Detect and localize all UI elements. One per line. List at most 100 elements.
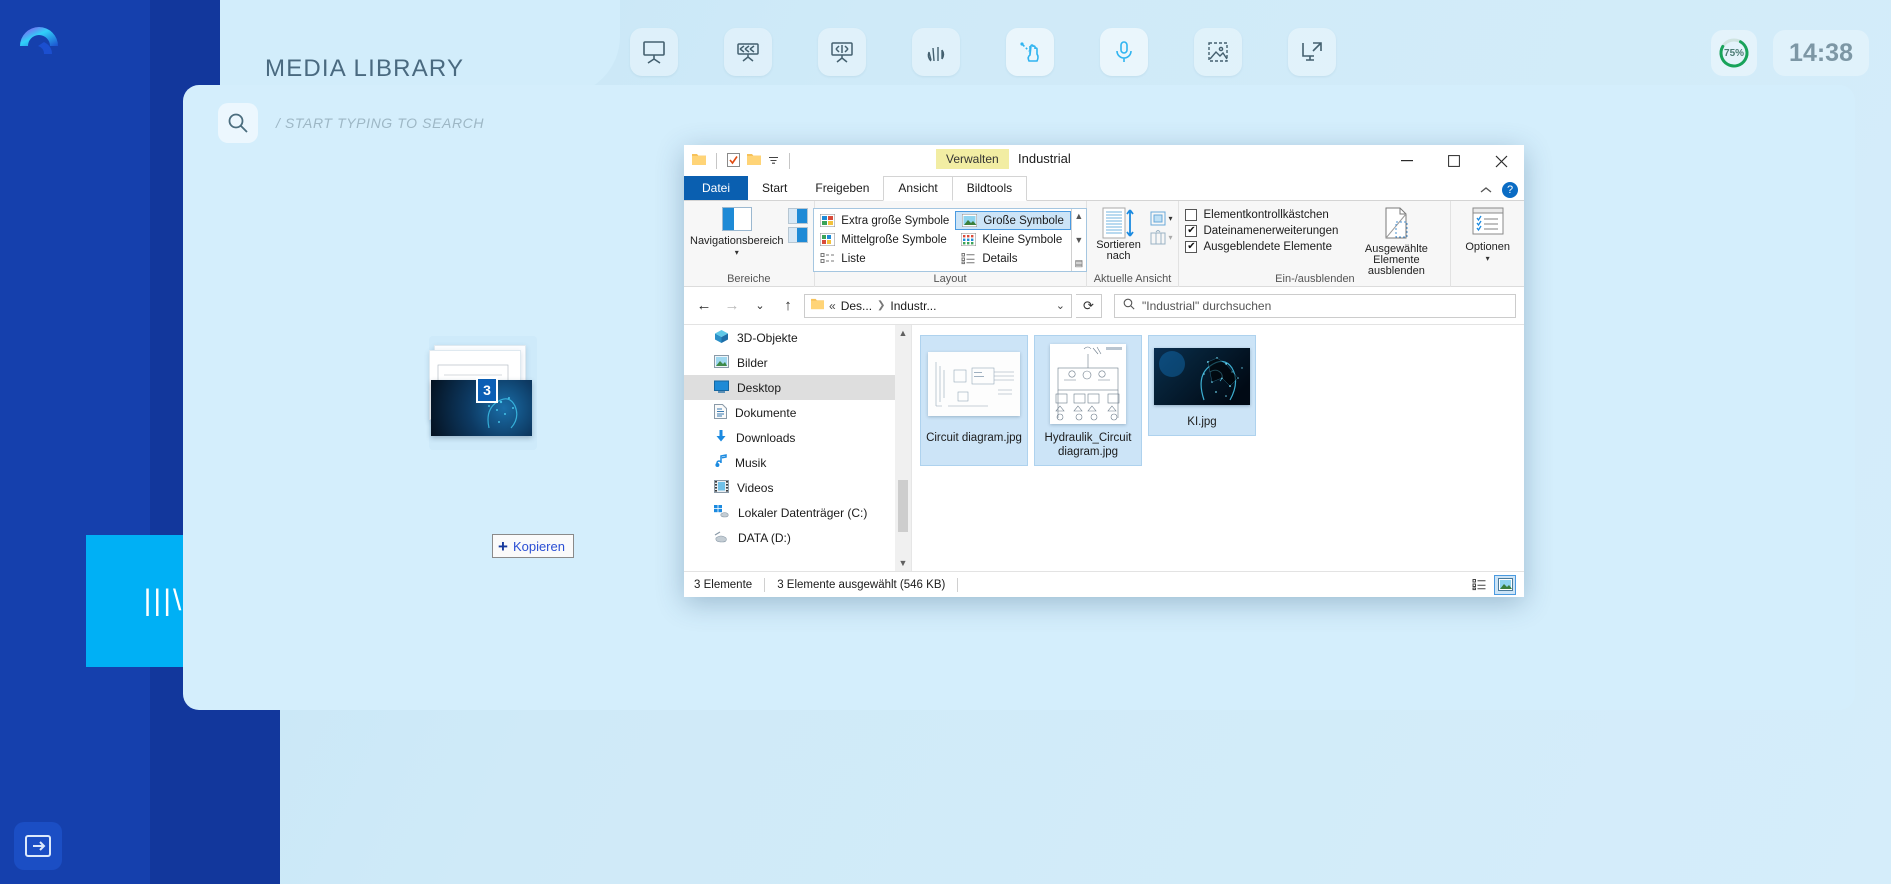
checkbox-box[interactable]: ✔ (1185, 241, 1198, 253)
layout-medium-icons[interactable]: Mittelgroße Symbole (814, 230, 955, 249)
explorer-search-input[interactable]: "Industrial" durchsuchen (1114, 293, 1516, 318)
chevron-down-icon[interactable]: ▾ (1168, 233, 1172, 242)
scroll-down-icon[interactable]: ▼ (899, 555, 908, 571)
arrow-up-icon[interactable]: ↑ (776, 294, 800, 318)
tree-scrollbar[interactable]: ▲ ▼ (895, 325, 911, 571)
columns-icon[interactable]: ▾ (1150, 211, 1172, 226)
tree-item-downloads[interactable]: Downloads (684, 425, 911, 450)
page-title: MEDIA LIBRARY (265, 55, 465, 82)
refresh-icon[interactable]: ⟳ (1076, 293, 1102, 318)
file-tile-circuit-diagram[interactable]: Circuit diagram.jpg (920, 335, 1028, 466)
tab-ansicht[interactable]: Ansicht (883, 176, 953, 201)
battery-icon[interactable]: 75% (1711, 30, 1758, 76)
maximize-icon[interactable] (1431, 145, 1477, 177)
arrow-right-icon[interactable]: → (720, 294, 744, 318)
microphone-icon[interactable] (1100, 28, 1148, 76)
tree-item-videos[interactable]: Videos (684, 475, 911, 500)
presentation-board-icon[interactable] (630, 28, 678, 76)
file-tile-hydraulik-circuit-diagram[interactable]: Hydraulik_Circuit diagram.jpg (1034, 335, 1142, 466)
chevron-down-icon[interactable]: ▾ (735, 247, 739, 259)
selection-info-label: 3 Elemente ausgewählt (546 KB) (777, 578, 946, 591)
scrollbar-thumb[interactable] (898, 480, 908, 532)
help-icon[interactable]: ? (1502, 182, 1518, 198)
tree-item-data-d[interactable]: DATA (D:) (684, 525, 911, 550)
status-separator (957, 577, 959, 592)
layout-list[interactable]: Liste (814, 249, 955, 268)
details-pane-icon[interactable] (787, 227, 808, 243)
sortieren-nach-button[interactable]: Sortieren nach (1093, 207, 1145, 262)
qat-separator (716, 153, 717, 169)
ribbon-group-bereiche: Navigationsbereich ▾ Bereiche (684, 201, 815, 287)
resize-board-icon[interactable] (818, 28, 866, 76)
scroll-up-icon[interactable]: ▲ (1074, 211, 1083, 221)
scroll-down-icon[interactable]: ▼ (1074, 235, 1083, 245)
search-bar[interactable]: / START TYPING TO SEARCH (218, 103, 1820, 143)
layout-gallery-scrollbar[interactable]: ▲ ▼ ▤ (1070, 209, 1086, 271)
navigation-tree: 3D-Objekte Bilder Desktop Dokumente Down… (684, 325, 912, 571)
layout-small-icons[interactable]: Kleine Symbole (955, 230, 1071, 249)
chevron-down-icon[interactable]: ▾ (1168, 214, 1172, 223)
details-view-icon[interactable] (1468, 575, 1490, 595)
file-tile-ki[interactable]: KI.jpg (1148, 335, 1256, 436)
checkbox-ausgeblendete-elemente[interactable]: ✔ Ausgeblendete Elemente (1185, 241, 1338, 253)
checkbox-box[interactable]: ✔ (1185, 225, 1198, 237)
tab-start[interactable]: Start (748, 177, 801, 200)
chevron-up-icon[interactable] (1480, 183, 1492, 197)
search-input[interactable]: / START TYPING TO SEARCH (276, 115, 484, 131)
ausgewaehlte-elemente-ausblenden-button[interactable]: Ausgewählte Elemente ausblenden (1348, 205, 1444, 277)
tab-datei[interactable]: Datei (684, 176, 749, 200)
screen-share-icon[interactable] (1288, 28, 1336, 76)
scroll-up-icon[interactable]: ▲ (899, 325, 908, 341)
layout-details[interactable]: Details (955, 249, 1071, 268)
arrow-left-icon[interactable]: ← (692, 294, 716, 318)
layout-large-icons[interactable]: Große Symbole (955, 211, 1071, 230)
new-folder-icon[interactable] (747, 153, 761, 169)
tree-item-bilder[interactable]: Bilder (684, 350, 911, 375)
checkbox-label: Dateinamenerweiterungen (1203, 225, 1339, 237)
checkbox-box[interactable] (1185, 209, 1198, 221)
folder-icon[interactable] (692, 153, 706, 169)
chevron-down-icon[interactable]: ⌄ (1056, 299, 1065, 312)
group-label-layout: Layout (933, 273, 967, 285)
layout-item-label: Extra große Symbole (841, 214, 950, 227)
tree-item-label: Dokumente (735, 405, 797, 420)
chevron-down-icon[interactable]: ▾ (1486, 253, 1490, 265)
breadcrumb[interactable]: « Des... ❯ Industr... ⌄ (804, 293, 1072, 318)
chevron-right-icon[interactable]: ❯ (877, 300, 885, 311)
image-crop-icon[interactable] (1194, 28, 1242, 76)
touch-pointer-icon[interactable] (1006, 28, 1054, 76)
hand-gesture-icon[interactable] (912, 28, 960, 76)
optionen-button[interactable]: Optionen ▾ (1465, 205, 1510, 265)
layout-item-label: Große Symbole (983, 214, 1064, 227)
large-icons-icon (961, 213, 978, 228)
usb-drive-icon (714, 529, 730, 546)
tab-freigeben[interactable]: Freigeben (801, 177, 883, 200)
tree-item-3d-objekte[interactable]: 3D-Objekte (684, 325, 911, 350)
minimize-icon[interactable] (1384, 145, 1430, 177)
search-icon[interactable] (218, 103, 258, 143)
contextual-tab-verwalten[interactable]: Verwalten (936, 149, 1009, 169)
large-icons-view-icon[interactable] (1494, 574, 1516, 595)
layout-extra-large-icons[interactable]: Extra große Symbole (814, 211, 955, 230)
breadcrumb-item-industrial[interactable]: Industr... (890, 299, 936, 313)
tree-item-label: Bilder (737, 355, 768, 370)
breadcrumb-item-desktop[interactable]: Des... (841, 299, 872, 313)
top-toolbar (630, 28, 1336, 76)
tree-item-dokumente[interactable]: Dokumente (684, 400, 911, 425)
chevron-down-icon[interactable]: ⌄ (748, 294, 772, 318)
chevron-down-icon[interactable] (768, 154, 779, 168)
preview-pane-icon[interactable] (787, 208, 808, 224)
tab-bildtools[interactable]: Bildtools (951, 176, 1028, 201)
logout-arrow-icon[interactable] (14, 822, 62, 870)
close-icon[interactable] (1478, 145, 1524, 177)
tree-item-lokaler-datentraeger-c[interactable]: Lokaler Datenträger (C:) (684, 500, 911, 525)
fit-columns-icon[interactable]: ▾ (1150, 230, 1172, 245)
navigationsbereich-button[interactable]: Navigationsbereich ▾ (690, 205, 784, 259)
gallery-more-icon[interactable]: ▤ (1075, 258, 1084, 269)
tree-item-musik[interactable]: Musik (684, 450, 911, 475)
tree-item-desktop[interactable]: Desktop (684, 375, 911, 400)
checkbox-dateinamenerweiterungen[interactable]: ✔ Dateinamenerweiterungen (1185, 225, 1338, 237)
annotation-arrows-icon[interactable] (724, 28, 772, 76)
properties-checkbox-icon[interactable] (727, 152, 740, 170)
checkbox-elementkontrollkaestchen[interactable]: Elementkontrollkästchen (1185, 209, 1338, 221)
